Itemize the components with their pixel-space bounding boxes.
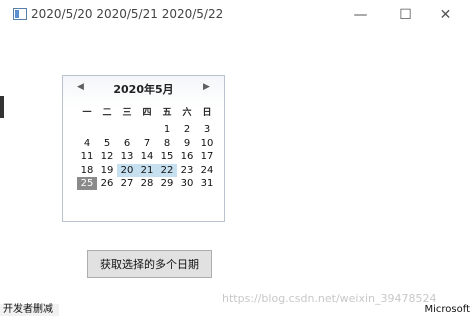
calendar-week-row: 25 26 27 28 29 30 31 bbox=[77, 177, 217, 190]
calendar-day[interactable]: 1 bbox=[157, 123, 177, 136]
calendar-day[interactable]: 12 bbox=[97, 150, 117, 163]
calendar-day[interactable]: 19 bbox=[97, 164, 117, 177]
calendar-day[interactable]: 13 bbox=[117, 150, 137, 163]
minimize-button[interactable]: — bbox=[338, 0, 383, 30]
calendar-day[interactable]: 30 bbox=[177, 177, 197, 190]
weekday-label: 三 bbox=[122, 108, 132, 118]
calendar[interactable]: ◀ 2020年5月 ▶ 一 二 三 四 五 六 日 1 2 3 4 5 6 7 8 9 10 11 1… bbox=[62, 75, 225, 222]
maximize-button[interactable]: ☐ bbox=[383, 0, 428, 30]
weekday-row: 一 二 三 四 五 六 日 bbox=[77, 107, 217, 120]
taskbar-right-label: Microsoft bbox=[424, 304, 470, 315]
calendar-header: ◀ 2020年5月 ▶ bbox=[63, 76, 224, 100]
calendar-week-row: 4 5 6 7 8 9 10 bbox=[77, 137, 217, 150]
calendar-day[interactable]: 6 bbox=[117, 137, 137, 150]
calendar-day[interactable]: 7 bbox=[137, 137, 157, 150]
taskbar-left-label: 开发者删减 bbox=[0, 304, 59, 316]
calendar-day[interactable]: 14 bbox=[137, 150, 157, 163]
close-button[interactable]: ✕ bbox=[423, 0, 468, 30]
calendar-day[interactable]: 28 bbox=[137, 177, 157, 190]
window-title: 2020/5/20 2020/5/21 2020/5/22 bbox=[31, 7, 224, 21]
calendar-day[interactable]: 20 bbox=[117, 163, 137, 177]
calendar-day[interactable]: 27 bbox=[117, 177, 137, 190]
calendar-day[interactable]: 21 bbox=[137, 163, 157, 177]
background-window-edge bbox=[0, 96, 4, 118]
month-title[interactable]: 2020年5月 bbox=[63, 81, 224, 97]
calendar-day[interactable]: 31 bbox=[197, 177, 217, 190]
calendar-day[interactable]: 18 bbox=[77, 164, 97, 177]
weekday-label: 六 bbox=[182, 108, 192, 118]
calendar-day[interactable]: 4 bbox=[77, 137, 97, 150]
calendar-week-row: 11 12 13 14 15 16 17 bbox=[77, 150, 217, 163]
calendar-day[interactable]: 16 bbox=[177, 150, 197, 163]
calendar-week-row: 18 19 20 21 22 23 24 bbox=[77, 163, 217, 177]
calendar-day[interactable]: 22 bbox=[157, 163, 177, 177]
calendar-day[interactable]: 8 bbox=[157, 137, 177, 150]
calendar-day[interactable]: 25 bbox=[77, 177, 97, 190]
calendar-day[interactable]: 24 bbox=[197, 164, 217, 177]
calendar-week-row: 123 bbox=[77, 123, 217, 136]
calendar-day[interactable]: 5 bbox=[97, 137, 117, 150]
get-selected-dates-button[interactable]: 获取选择的多个日期 bbox=[87, 250, 212, 278]
weekday-label: 一 bbox=[82, 108, 92, 118]
taskbar-strip: 开发者删减 Microsoft bbox=[0, 304, 474, 316]
calendar-day[interactable]: 23 bbox=[177, 164, 197, 177]
weekday-label: 日 bbox=[202, 108, 212, 118]
weekday-label: 五 bbox=[162, 108, 172, 118]
title-bar: 2020/5/20 2020/5/21 2020/5/22 — ☐ ✕ bbox=[0, 0, 474, 30]
calendar-day[interactable]: 3 bbox=[197, 123, 217, 136]
next-month-icon[interactable]: ▶ bbox=[203, 82, 210, 92]
calendar-day[interactable]: 2 bbox=[177, 123, 197, 136]
calendar-day[interactable]: 26 bbox=[97, 177, 117, 190]
window-app-icon bbox=[13, 8, 27, 20]
calendar-day[interactable]: 29 bbox=[157, 177, 177, 190]
calendar-day[interactable]: 9 bbox=[177, 137, 197, 150]
calendar-day[interactable]: 17 bbox=[197, 150, 217, 163]
weekday-label: 二 bbox=[102, 108, 112, 118]
calendar-day[interactable]: 10 bbox=[197, 137, 217, 150]
calendar-day[interactable]: 11 bbox=[77, 150, 97, 163]
calendar-day[interactable]: 15 bbox=[157, 150, 177, 163]
weekday-label: 四 bbox=[142, 108, 152, 118]
